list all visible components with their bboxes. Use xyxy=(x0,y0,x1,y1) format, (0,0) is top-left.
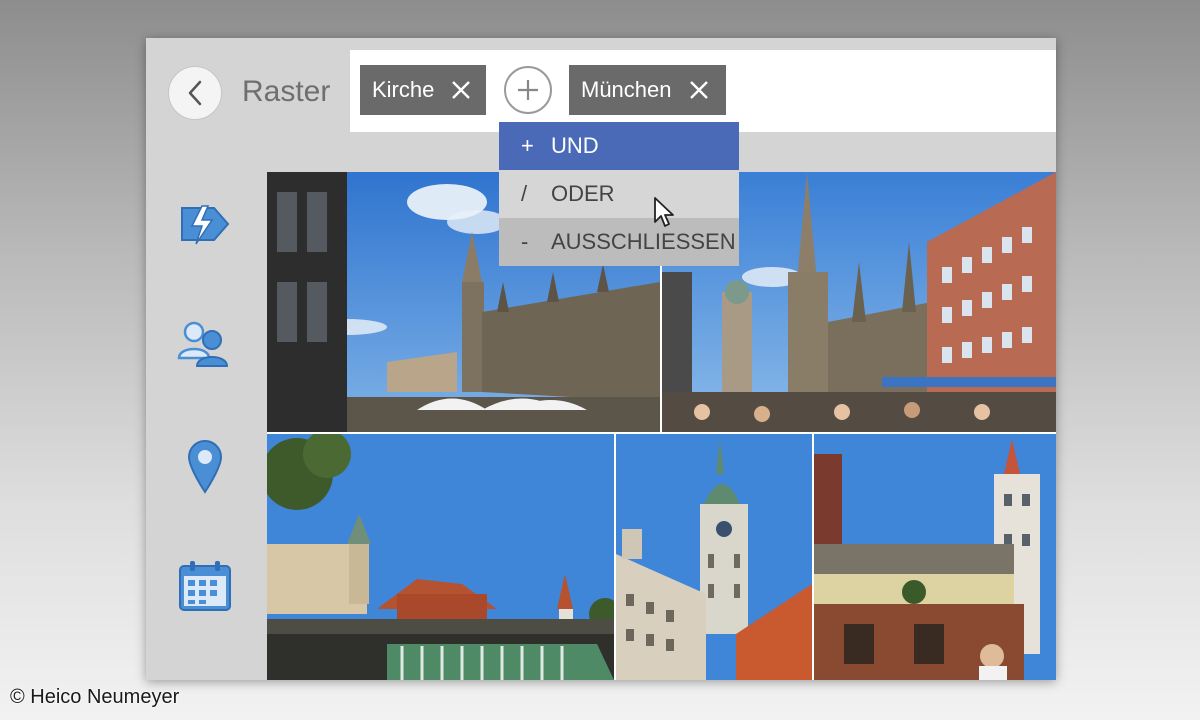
app-window: Raster Kirche München + UND / ODER - AUS… xyxy=(146,38,1056,680)
dropdown-item-und[interactable]: + UND xyxy=(499,122,739,170)
people-icon[interactable] xyxy=(176,318,232,375)
chevron-left-icon xyxy=(188,80,202,106)
altes-rathaus-photo[interactable] xyxy=(814,434,1056,680)
filter-chip-label: Kirche xyxy=(372,77,435,102)
add-filter-button[interactable] xyxy=(504,66,552,114)
viktualienmarkt-photo[interactable] xyxy=(267,434,614,680)
dropdown-item-symbol: / xyxy=(521,181,528,206)
filter-chip-kirche: Kirche xyxy=(360,65,486,115)
mouse-pointer-icon xyxy=(653,196,677,235)
dropdown-item-label: ODER xyxy=(551,181,615,206)
sidebar xyxy=(146,172,267,680)
back-button[interactable] xyxy=(168,66,222,120)
dropdown-item-oder[interactable]: / ODER xyxy=(499,170,739,218)
filter-operator-dropdown: + UND / ODER - AUSSCHLIESSEN xyxy=(499,122,739,266)
dropdown-item-symbol: - xyxy=(521,229,529,254)
photo-credit: © Heico Neumeyer xyxy=(10,686,180,708)
dropdown-item-label: AUSSCHLIESSEN xyxy=(551,229,736,254)
dropdown-item-ausschliessen[interactable]: - AUSSCHLIESSEN xyxy=(499,218,739,266)
filter-chip-muenchen: München xyxy=(569,65,726,115)
calendar-icon[interactable] xyxy=(178,560,232,617)
alter-peter-tower-photo[interactable] xyxy=(616,434,812,680)
dropdown-item-label: UND xyxy=(551,133,599,158)
lightning-tag-icon[interactable] xyxy=(176,200,232,253)
page-title: Raster xyxy=(242,75,331,108)
filter-chip-label: München xyxy=(581,77,672,102)
plus-icon xyxy=(518,80,538,100)
dropdown-item-symbol: + xyxy=(521,133,534,158)
filter-bar[interactable]: Kirche München xyxy=(350,50,1056,132)
location-pin-icon[interactable] xyxy=(186,438,224,499)
close-icon[interactable] xyxy=(450,79,472,101)
close-icon[interactable] xyxy=(688,79,710,101)
